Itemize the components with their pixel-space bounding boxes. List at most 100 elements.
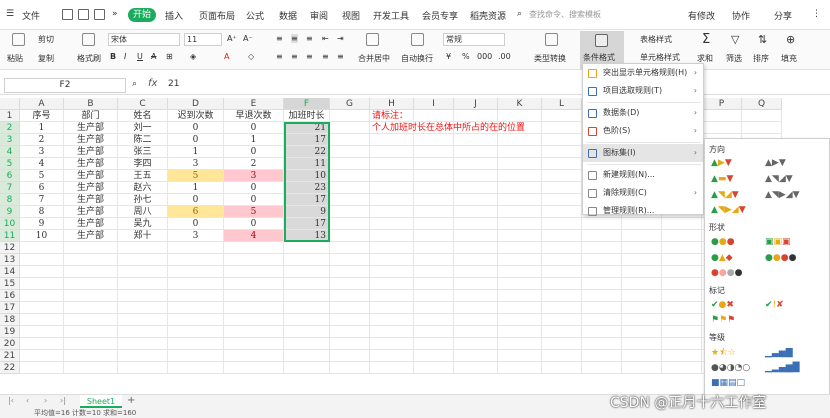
cell[interactable] [498, 230, 542, 242]
has-changes-label[interactable]: 有修改 [688, 9, 715, 22]
cell[interactable] [662, 254, 702, 266]
table-cell[interactable]: 22 [284, 146, 330, 158]
cell[interactable] [542, 338, 582, 350]
cell[interactable] [498, 146, 542, 158]
table-cell[interactable]: 2 [20, 134, 64, 146]
row-header-10[interactable]: 10 [0, 218, 20, 230]
column-header-C[interactable]: C [118, 98, 168, 110]
cell[interactable] [118, 242, 168, 254]
justify-icon[interactable]: ≡ [322, 52, 329, 61]
cell[interactable] [330, 266, 370, 278]
cell[interactable] [118, 290, 168, 302]
menu-item-data-bars[interactable]: 数据条(D) › [583, 104, 703, 122]
column-header-D[interactable]: D [168, 98, 224, 110]
save-icon[interactable] [62, 9, 73, 20]
cell[interactable] [64, 338, 118, 350]
cell[interactable] [64, 362, 118, 374]
table-cell[interactable]: 生产部 [64, 182, 118, 194]
cell[interactable] [582, 254, 622, 266]
cell[interactable] [168, 242, 224, 254]
row-header-8[interactable]: 8 [0, 194, 20, 206]
decimal-icon[interactable]: .00 [498, 52, 511, 61]
cell[interactable] [118, 266, 168, 278]
table-cell[interactable]: 21 [284, 122, 330, 134]
table-cell[interactable]: 6 [168, 206, 224, 218]
table-cell[interactable]: 10 [20, 230, 64, 242]
cell[interactable] [168, 266, 224, 278]
more-options-icon[interactable]: ⋮ [812, 9, 821, 19]
decrease-font-icon[interactable]: A⁻ [243, 34, 253, 43]
cell[interactable] [370, 302, 414, 314]
table-cell[interactable]: 1 [168, 182, 224, 194]
strikethrough-icon[interactable]: A [151, 52, 156, 61]
cell[interactable] [370, 158, 414, 170]
cell[interactable] [118, 314, 168, 326]
cell[interactable] [498, 266, 542, 278]
cell[interactable] [20, 326, 64, 338]
cell[interactable] [542, 290, 582, 302]
column-header-E[interactable]: E [224, 98, 284, 110]
cell[interactable] [168, 326, 224, 338]
cell[interactable] [224, 350, 284, 362]
menu-item-icon-sets[interactable]: 图标集(I) › [583, 144, 703, 162]
cell[interactable] [622, 302, 662, 314]
menu-formula[interactable]: 公式 [246, 9, 264, 22]
fill-icon[interactable]: ⊕ [786, 33, 795, 46]
table-cell[interactable]: 1 [224, 134, 284, 146]
menu-resources[interactable]: 稻壳资源 [470, 9, 506, 22]
note-text[interactable]: 个人加班时长在总体中所占的在的位置 [370, 122, 525, 134]
table-header-cell[interactable]: 序号 [20, 110, 64, 122]
ratings-quarters[interactable]: ●◕◑◔○ [711, 363, 750, 373]
cell[interactable] [168, 362, 224, 374]
cell[interactable] [330, 290, 370, 302]
table-cell[interactable]: 0 [168, 218, 224, 230]
cell[interactable] [284, 278, 330, 290]
cell[interactable] [284, 302, 330, 314]
cell[interactable] [64, 254, 118, 266]
cell[interactable] [284, 254, 330, 266]
menu-start-tab[interactable]: 开始 [128, 8, 156, 22]
row-header-6[interactable]: 6 [0, 170, 20, 182]
table-cell[interactable]: 9 [20, 218, 64, 230]
cell[interactable] [582, 242, 622, 254]
cond-format-icon[interactable] [595, 34, 608, 47]
collab-button[interactable]: 协作 [732, 9, 750, 22]
cell[interactable] [330, 146, 370, 158]
font-color-icon[interactable]: A [224, 52, 229, 61]
menu-item-highlight-rules[interactable]: 突出显示单元格规则(H) › [583, 64, 703, 82]
cell[interactable] [64, 350, 118, 362]
table-cell[interactable]: 5 [168, 170, 224, 182]
menu-page-layout[interactable]: 页面布局 [199, 9, 235, 22]
cell[interactable] [542, 314, 582, 326]
table-header-cell[interactable]: 早退次数 [224, 110, 284, 122]
table-cell[interactable]: 17 [284, 218, 330, 230]
table-cell[interactable]: 生产部 [64, 218, 118, 230]
cell[interactable] [330, 242, 370, 254]
cell[interactable] [498, 194, 542, 206]
cell[interactable] [542, 302, 582, 314]
cell[interactable] [330, 338, 370, 350]
cell[interactable] [330, 194, 370, 206]
row-header-16[interactable]: 16 [0, 290, 20, 302]
direction-arrows-5-gray[interactable]: ▲◥▶◢▼ [765, 190, 800, 200]
cell[interactable] [20, 254, 64, 266]
sheet-tab-sheet1[interactable]: Sheet1 [80, 395, 122, 408]
cell[interactable] [542, 242, 582, 254]
share-button[interactable]: 分享 [774, 9, 792, 22]
print-icon[interactable] [94, 9, 105, 20]
cell[interactable] [454, 242, 498, 254]
cell[interactable] [20, 350, 64, 362]
menu-dev-tools[interactable]: 开发工具 [373, 9, 409, 22]
table-cell[interactable]: 0 [224, 122, 284, 134]
cell[interactable] [370, 146, 414, 158]
merge-center-icon[interactable] [366, 33, 379, 46]
align-left-icon[interactable]: ≡ [276, 52, 283, 61]
cell[interactable] [224, 362, 284, 374]
cell[interactable] [662, 230, 702, 242]
markers-flags[interactable]: ⚑⚑⚑ [711, 315, 735, 325]
cell[interactable] [454, 206, 498, 218]
cell[interactable] [582, 230, 622, 242]
more-icon[interactable]: » [112, 9, 118, 19]
search-icon[interactable]: ⌕ [517, 9, 522, 19]
align-middle-icon[interactable]: ≡ [291, 34, 298, 43]
